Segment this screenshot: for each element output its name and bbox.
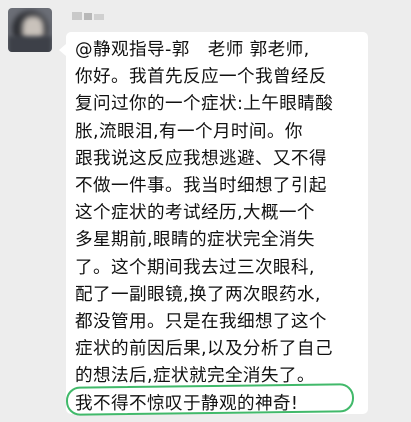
pixelation-block <box>94 14 104 20</box>
message-line: 症状的前因后果,以及分析了自己 <box>75 339 333 360</box>
message-line: 复问过你的一个症状:上午眼睛酸 <box>75 94 334 115</box>
message-line: 这个症状的考试经历,大概一个 <box>75 203 315 224</box>
pixelation-block <box>84 13 92 20</box>
sender-name-redacted <box>72 10 106 22</box>
pixelation-block <box>72 12 82 20</box>
message-text: @静观指导-郭 老师 郭老师, 你好。我首先反应一个我曾经反 复问过你的一个症状… <box>75 37 365 418</box>
avatar-blur-shape <box>8 36 52 52</box>
message-line: 胀,流眼泪,有一个月时间。你 <box>75 121 303 142</box>
highlight-circle-annotation <box>65 383 355 416</box>
message-line: 都没管用。只是在我细想了这个 <box>75 312 327 333</box>
message-line: 多星期前,眼睛的症状完全消失 <box>75 230 315 251</box>
message-line: 了。这个期间我去过三次眼科, <box>75 257 315 278</box>
message-line: 不做一件事。我当时细想了引起 <box>75 176 327 197</box>
message-bubble[interactable]: @静观指导-郭 老师 郭老师, 你好。我首先反应一个我曾经反 复问过你的一个症状… <box>59 32 368 414</box>
contact-avatar[interactable] <box>8 8 52 52</box>
message-line: 配了一副眼镜,换了两次眼药水, <box>75 284 321 305</box>
message-line: @静观指导-郭 老师 郭老师, <box>75 40 310 60</box>
message-line: 你好。我首先反应一个我曾经反 <box>75 67 327 88</box>
message-line: 跟我说这反应我想逃避、又不得 <box>75 148 327 169</box>
